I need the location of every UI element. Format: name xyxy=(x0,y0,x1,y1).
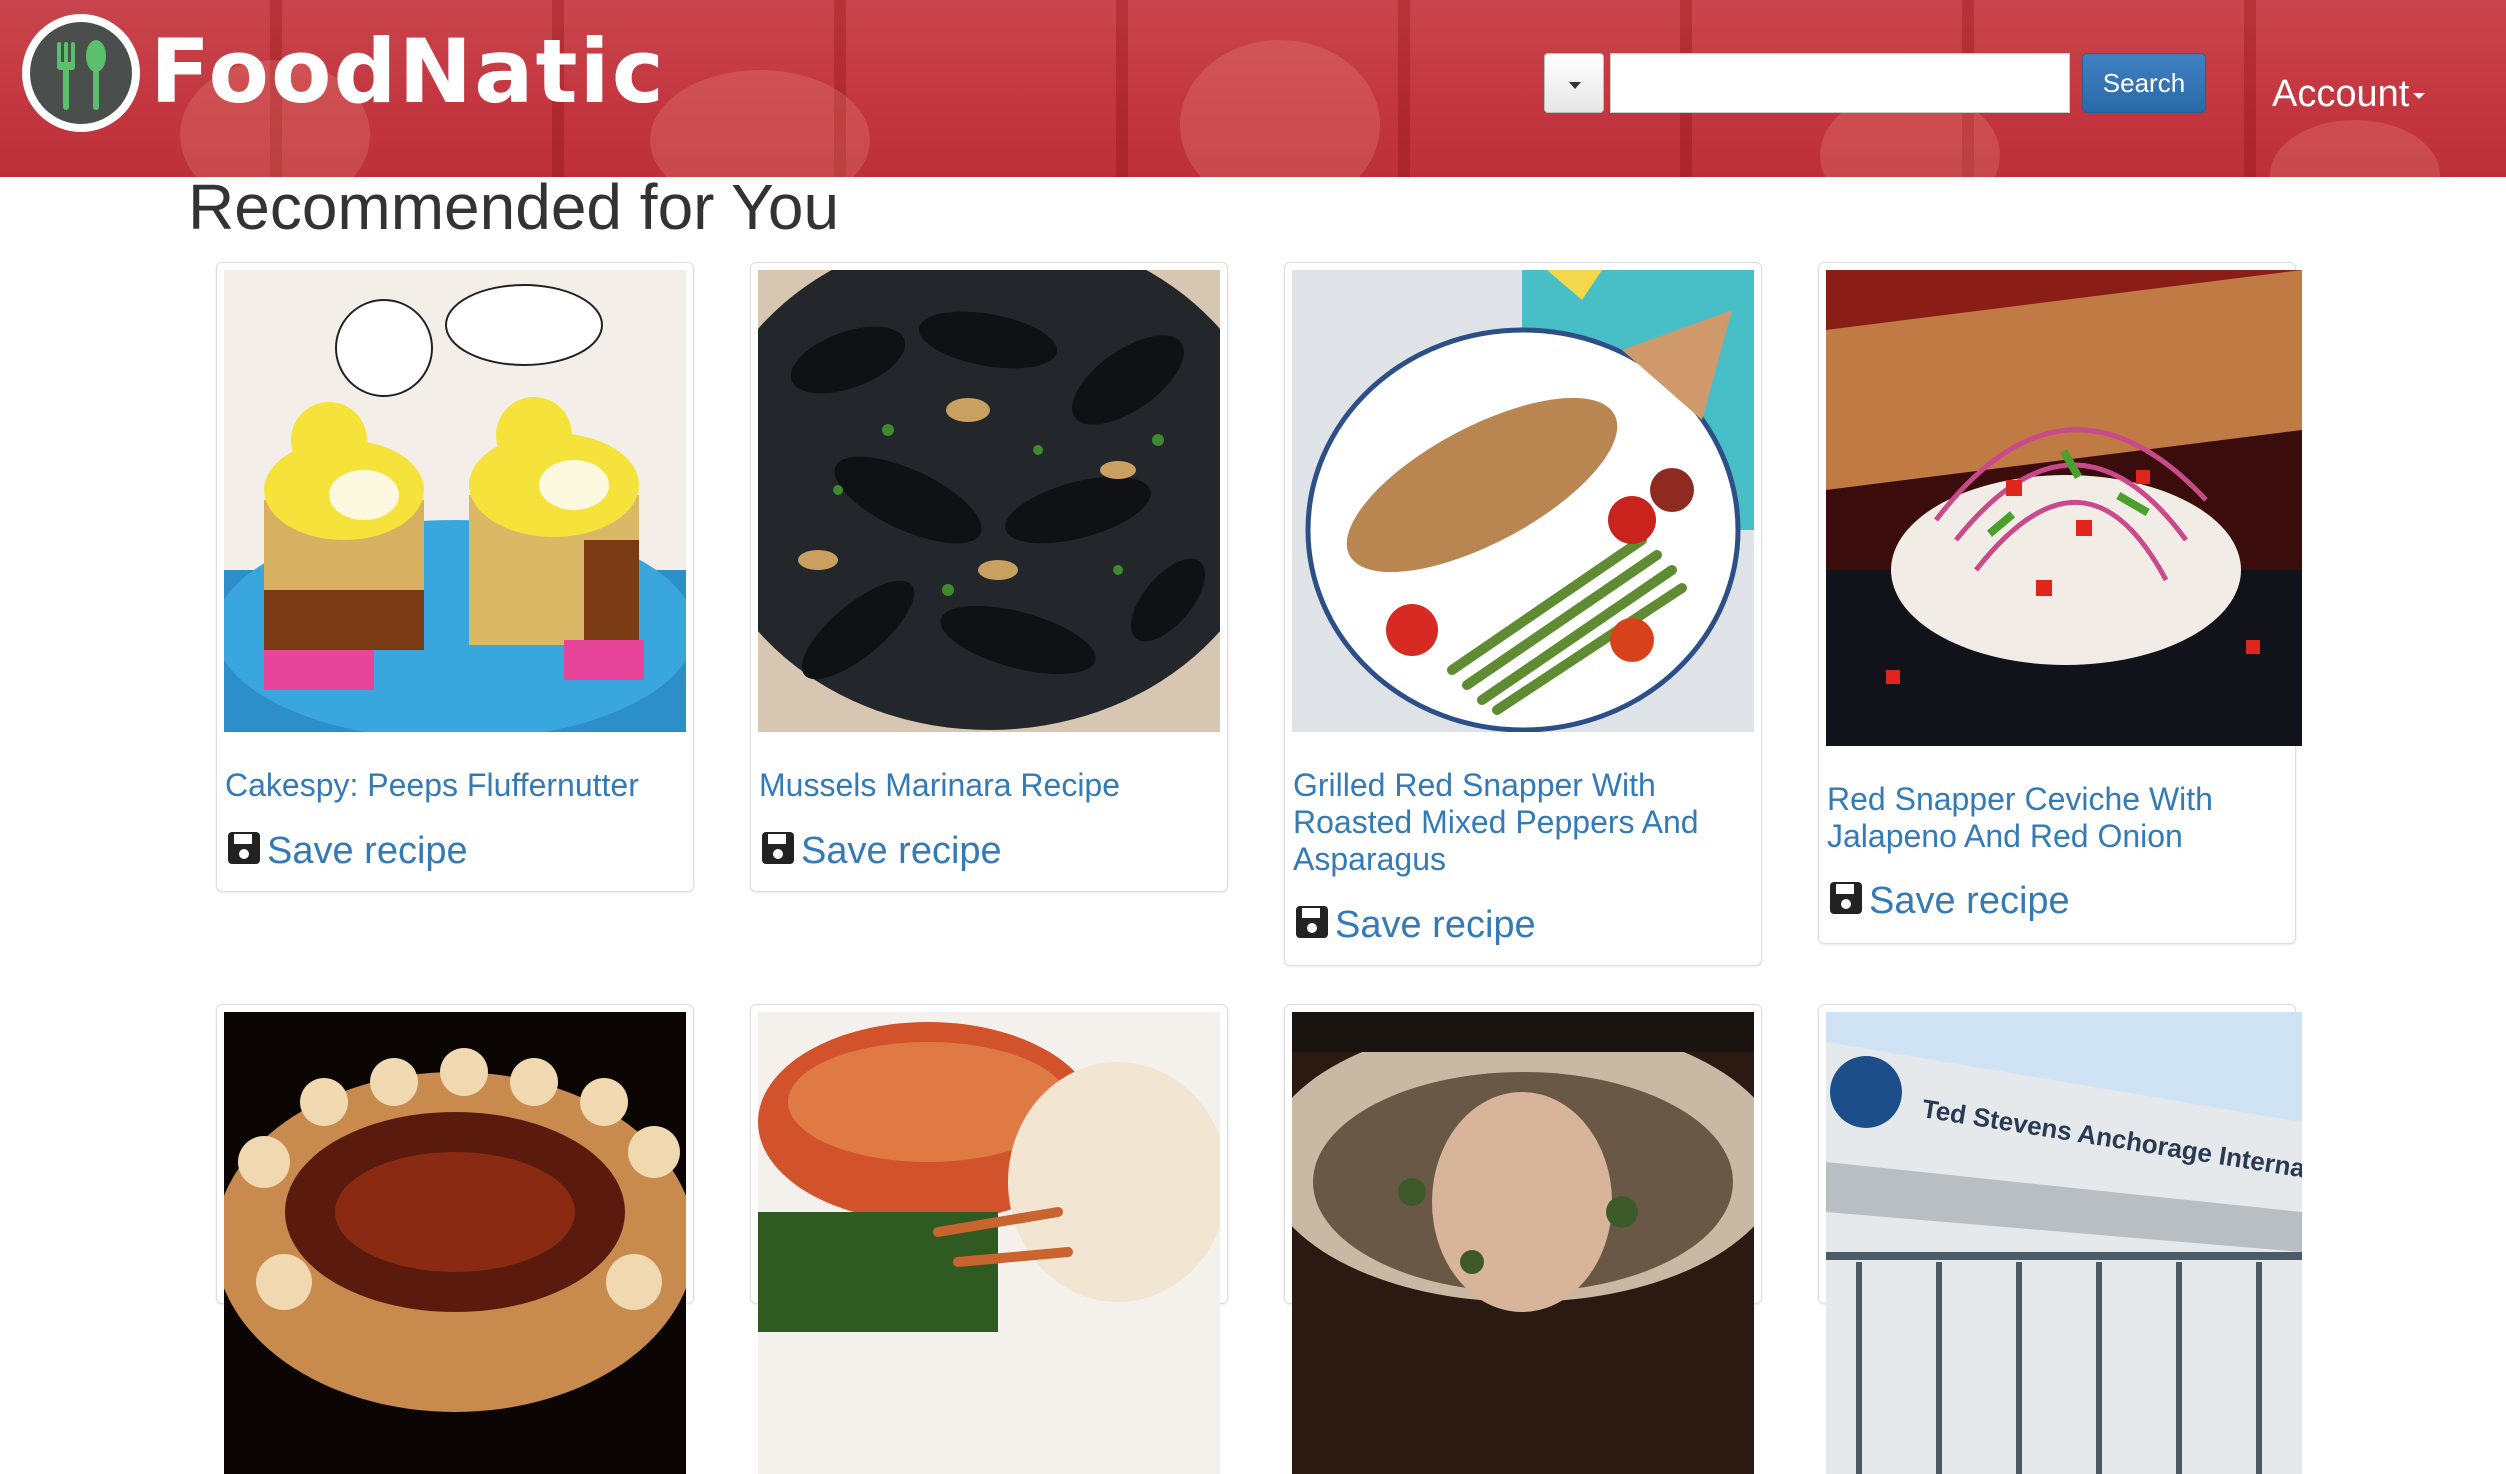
save-disk-icon xyxy=(1829,881,1863,925)
recipe-card xyxy=(750,1004,1228,1474)
search-input[interactable] xyxy=(1610,53,2070,113)
recipe-image[interactable] xyxy=(1292,1012,1754,1474)
header-bg-decoration xyxy=(650,70,870,177)
recipe-card: Grilled Red Snapper With Roasted Mixed P… xyxy=(1284,262,1762,966)
recipe-image[interactable] xyxy=(224,1012,686,1474)
recipe-card: Red Snapper Ceviche With Jalapeno And Re… xyxy=(1818,262,2302,944)
recipe-image[interactable] xyxy=(758,1012,1220,1474)
save-disk-icon xyxy=(227,831,261,875)
save-recipe-label: Save recipe xyxy=(267,830,468,872)
caret-down-icon xyxy=(1569,82,1581,89)
save-recipe-button[interactable]: Save recipe xyxy=(1295,903,1536,949)
save-recipe-label: Save recipe xyxy=(801,830,1002,872)
page-title: Recommended for You xyxy=(188,171,840,243)
recipe-image[interactable]: Ted Stevens Anchorage International xyxy=(1826,1012,2302,1474)
search-button[interactable]: Search xyxy=(2082,53,2206,113)
recipe-card: Ted Stevens Anchorage International xyxy=(1818,1004,2302,1474)
account-label: Account xyxy=(2272,73,2410,115)
recipe-title-link[interactable]: Mussels Marinara Recipe xyxy=(759,767,1215,804)
header-bg-decoration xyxy=(2270,120,2440,177)
search-filter-dropdown[interactable] xyxy=(1544,53,1604,113)
recipe-title-link[interactable]: Cakespy: Peeps Fluffernutter xyxy=(225,767,681,804)
account-menu[interactable]: Account xyxy=(2272,72,2426,116)
save-disk-icon xyxy=(761,831,795,875)
recipe-image[interactable] xyxy=(1826,270,2302,746)
logo-fork-spoon-icon xyxy=(22,14,140,132)
recipe-card xyxy=(1284,1004,1762,1474)
save-recipe-button[interactable]: Save recipe xyxy=(227,829,468,875)
recipe-image[interactable] xyxy=(224,270,686,732)
recipe-image[interactable] xyxy=(758,270,1220,732)
site-header: FoodNatic Search Account xyxy=(0,0,2506,177)
save-recipe-button[interactable]: Save recipe xyxy=(1829,879,2070,925)
header-bg-decoration xyxy=(1180,40,1380,177)
brand-name: FoodNatic xyxy=(150,20,666,123)
recipe-card: Mussels Marinara Recipe Save recipe xyxy=(750,262,1228,892)
save-recipe-button[interactable]: Save recipe xyxy=(761,829,1002,875)
save-disk-icon xyxy=(1295,905,1329,949)
recipe-card: Cakespy: Peeps Fluffernutter Save recipe xyxy=(216,262,694,892)
save-recipe-label: Save recipe xyxy=(1869,880,2070,922)
save-recipe-label: Save recipe xyxy=(1335,904,1536,946)
recipe-card xyxy=(216,1004,694,1474)
recipe-image[interactable] xyxy=(1292,270,1754,732)
recipe-title-link[interactable]: Red Snapper Ceviche With Jalapeno And Re… xyxy=(1827,781,2283,855)
caret-down-icon xyxy=(2413,92,2426,99)
recipe-title-link[interactable]: Grilled Red Snapper With Roasted Mixed P… xyxy=(1293,767,1749,878)
